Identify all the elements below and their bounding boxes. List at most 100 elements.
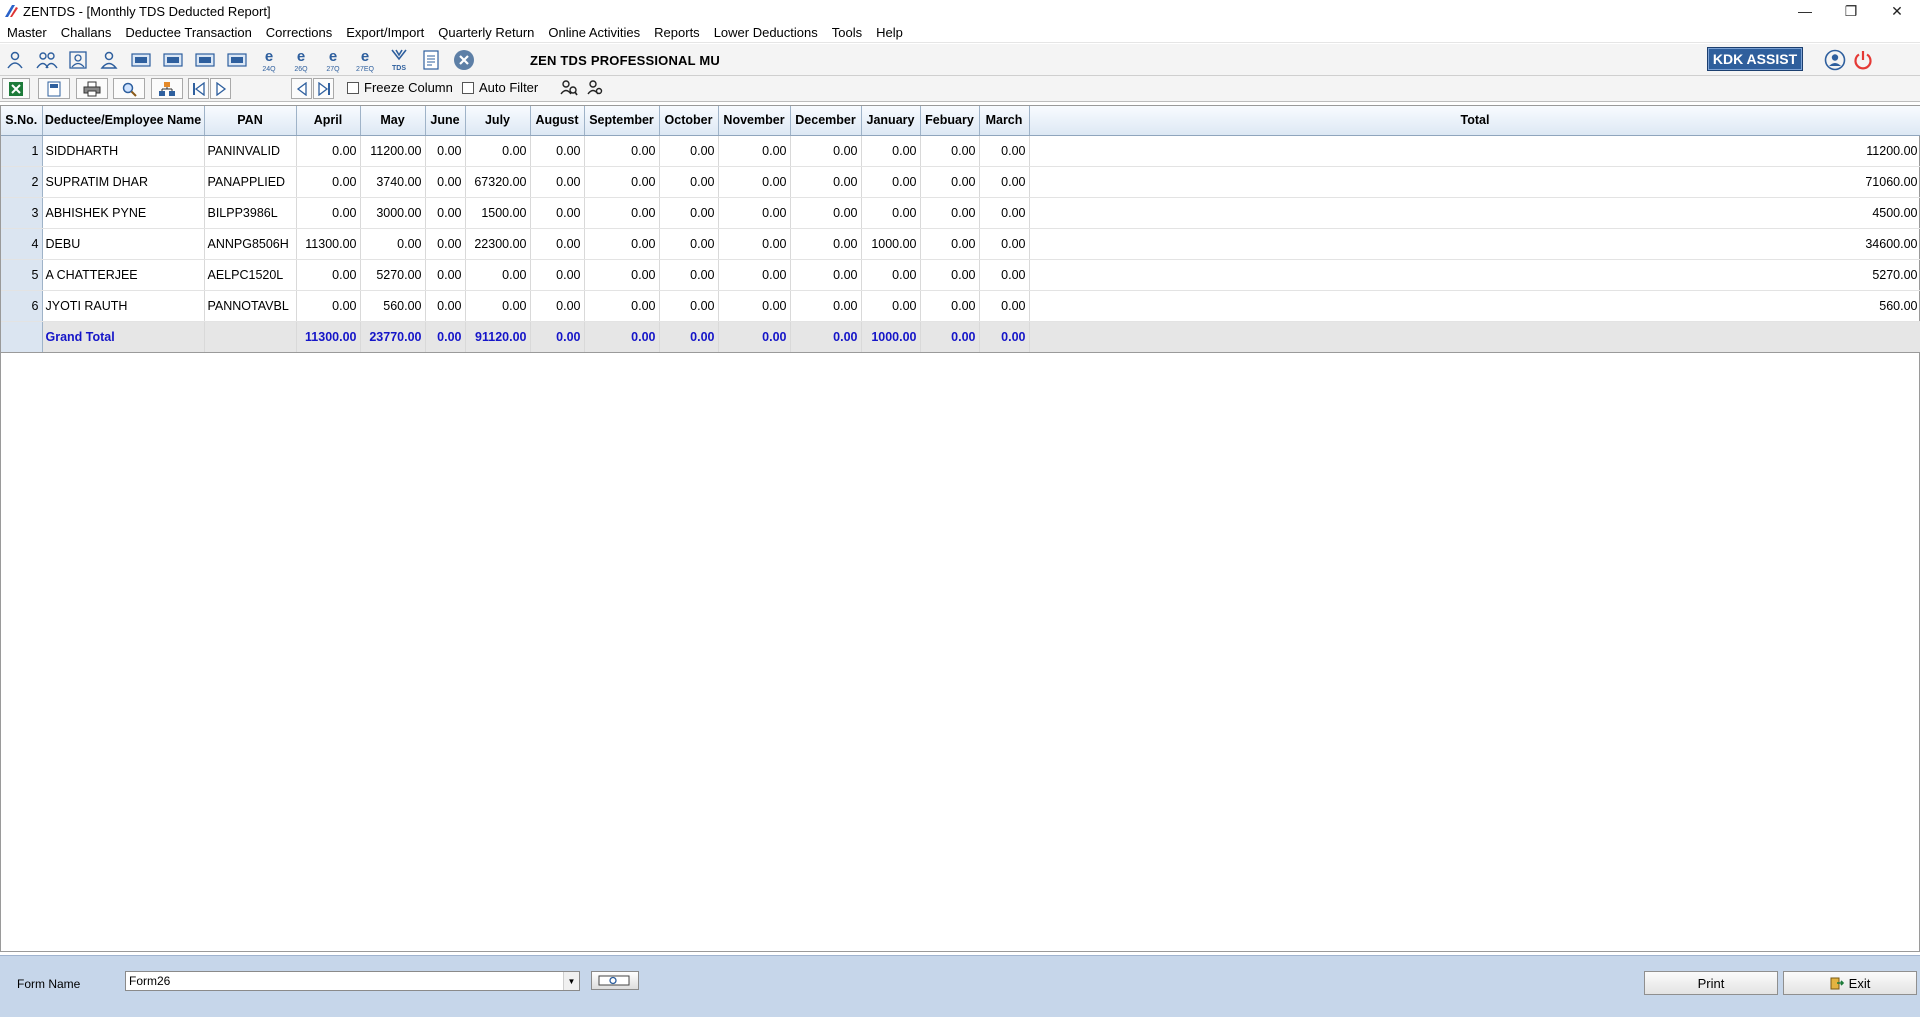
march-cell[interactable]: 0.00 — [979, 290, 1030, 322]
menu-reports[interactable]: Reports — [647, 25, 707, 40]
june-cell[interactable]: 0.00 — [425, 166, 466, 198]
row-number[interactable]: 2 — [1, 166, 43, 198]
freeze-column-checkbox[interactable]: Freeze Column — [347, 80, 453, 95]
august-cell[interactable]: 0.00 — [530, 197, 585, 229]
october-cell[interactable]: 0.00 — [659, 135, 719, 167]
form-search-button[interactable] — [591, 971, 639, 990]
september-cell[interactable]: 0.00 — [584, 197, 660, 229]
total-cell[interactable]: 4500.00 — [1029, 197, 1920, 229]
january-cell[interactable]: 1000.00 — [861, 228, 921, 260]
march-cell[interactable]: 0.00 — [979, 135, 1030, 167]
row-number[interactable]: 6 — [1, 290, 43, 322]
previous-record-icon[interactable] — [291, 78, 312, 99]
november-cell[interactable]: 0.00 — [718, 197, 791, 229]
june-cell[interactable]: 0.00 — [425, 135, 466, 167]
col-name-header[interactable]: Deductee/Employee Name — [42, 106, 205, 136]
november-cell[interactable]: 0.00 — [718, 166, 791, 198]
november-cell[interactable]: 0.00 — [718, 259, 791, 291]
may-cell[interactable]: 3740.00 — [360, 166, 426, 198]
february-cell[interactable]: 0.00 — [920, 197, 980, 229]
user-profile-icon[interactable] — [1822, 48, 1848, 72]
august-cell[interactable]: 0.00 — [530, 290, 585, 322]
menu-master[interactable]: Master — [0, 25, 54, 40]
september-cell[interactable]: 0.00 — [584, 135, 660, 167]
september-cell[interactable]: 0.00 — [584, 259, 660, 291]
december-cell[interactable]: 0.00 — [790, 135, 862, 167]
table-row[interactable]: 6 JYOTI RAUTH PANNOTAVBL 0.00 560.00 0.00 0.00… — [1, 290, 1920, 322]
row-number[interactable]: 3 — [1, 197, 43, 229]
march-cell[interactable]: 0.00 — [979, 228, 1030, 260]
col-august-header[interactable]: August — [530, 106, 585, 136]
june-cell[interactable]: 0.00 — [425, 290, 466, 322]
february-cell[interactable]: 0.00 — [920, 166, 980, 198]
form-27eq-icon[interactable] — [224, 48, 250, 72]
kdk-assist-button[interactable]: KDK ASSIST — [1707, 47, 1803, 71]
col-october-header[interactable]: October — [659, 106, 719, 136]
menu-corrections[interactable]: Corrections — [259, 25, 339, 40]
deductee-name-cell[interactable]: SIDDHARTH — [42, 135, 205, 167]
october-cell[interactable]: 0.00 — [659, 259, 719, 291]
col-december-header[interactable]: December — [790, 106, 862, 136]
col-may-header[interactable]: May — [360, 106, 426, 136]
hierarchy-icon[interactable] — [151, 78, 183, 99]
september-cell[interactable]: 0.00 — [584, 228, 660, 260]
march-cell[interactable]: 0.00 — [979, 166, 1030, 198]
pan-cell[interactable]: ANNPG8506H — [204, 228, 297, 260]
september-cell[interactable]: 0.00 — [584, 166, 660, 198]
october-cell[interactable]: 0.00 — [659, 290, 719, 322]
july-cell[interactable]: 1500.00 — [465, 197, 531, 229]
col-march-header[interactable]: March — [979, 106, 1030, 136]
form-24q-icon[interactable] — [128, 48, 154, 72]
may-cell[interactable]: 0.00 — [360, 228, 426, 260]
col-july-header[interactable]: July — [465, 106, 531, 136]
menu-help[interactable]: Help — [869, 25, 910, 40]
pan-cell[interactable]: BILPP3986L — [204, 197, 297, 229]
june-cell[interactable]: 0.00 — [425, 197, 466, 229]
november-cell[interactable]: 0.00 — [718, 290, 791, 322]
january-cell[interactable]: 0.00 — [861, 135, 921, 167]
october-cell[interactable]: 0.00 — [659, 197, 719, 229]
deductee-name-cell[interactable]: JYOTI RAUTH — [42, 290, 205, 322]
menu-tools[interactable]: Tools — [825, 25, 869, 40]
freeze-column-box[interactable] — [347, 81, 359, 94]
july-cell[interactable]: 0.00 — [465, 259, 531, 291]
april-cell[interactable]: 0.00 — [296, 197, 361, 229]
report-grid[interactable]: S.No. Deductee/Employee Name PAN April M… — [0, 105, 1920, 952]
pan-cell[interactable]: PANINVALID — [204, 135, 297, 167]
restore-icon[interactable]: ❐ — [1828, 0, 1874, 22]
january-cell[interactable]: 0.00 — [861, 259, 921, 291]
first-record-icon[interactable] — [188, 78, 209, 99]
print-button[interactable]: Print — [1644, 971, 1778, 995]
auto-filter-checkbox[interactable]: Auto Filter — [462, 80, 538, 95]
col-november-header[interactable]: November — [718, 106, 791, 136]
june-cell[interactable]: 0.00 — [425, 259, 466, 291]
menu-deductee-transaction[interactable]: Deductee Transaction — [118, 25, 258, 40]
col-pan-header[interactable]: PAN — [204, 106, 297, 136]
december-cell[interactable]: 0.00 — [790, 259, 862, 291]
deductor-icon[interactable] — [2, 48, 28, 72]
september-cell[interactable]: 0.00 — [584, 290, 660, 322]
total-cell[interactable]: 560.00 — [1029, 290, 1920, 322]
october-cell[interactable]: 0.00 — [659, 228, 719, 260]
march-cell[interactable]: 0.00 — [979, 259, 1030, 291]
col-june-header[interactable]: June — [425, 106, 466, 136]
e-27q-icon[interactable]: e 27Q — [320, 48, 346, 73]
power-icon[interactable] — [1850, 48, 1876, 72]
form-27q-icon[interactable] — [192, 48, 218, 72]
save-report-icon[interactable] — [38, 78, 70, 99]
e-27eq-icon[interactable]: e 27EQ — [352, 48, 378, 73]
december-cell[interactable]: 0.00 — [790, 166, 862, 198]
table-row[interactable]: 3 ABHISHEK PYNE BILPP3986L 0.00 3000.00 0.00 1… — [1, 197, 1920, 229]
close-icon[interactable]: ✕ — [1874, 0, 1920, 22]
july-cell[interactable]: 0.00 — [465, 135, 531, 167]
pan-cell[interactable]: PANNOTAVBL — [204, 290, 297, 322]
table-row[interactable]: 1 SIDDHARTH PANINVALID 0.00 11200.00 0.00 0.00… — [1, 135, 1920, 167]
find-employee-icon[interactable] — [582, 76, 608, 100]
total-cell[interactable]: 71060.00 — [1029, 166, 1920, 198]
april-cell[interactable]: 11300.00 — [296, 228, 361, 260]
last-record-icon[interactable] — [313, 78, 334, 99]
tds-icon[interactable]: TDS — [386, 48, 412, 72]
november-cell[interactable]: 0.00 — [718, 228, 791, 260]
march-cell[interactable]: 0.00 — [979, 197, 1030, 229]
table-row[interactable]: 2 SUPRATIM DHAR PANAPPLIED 0.00 3740.00 0.00 6… — [1, 166, 1920, 198]
